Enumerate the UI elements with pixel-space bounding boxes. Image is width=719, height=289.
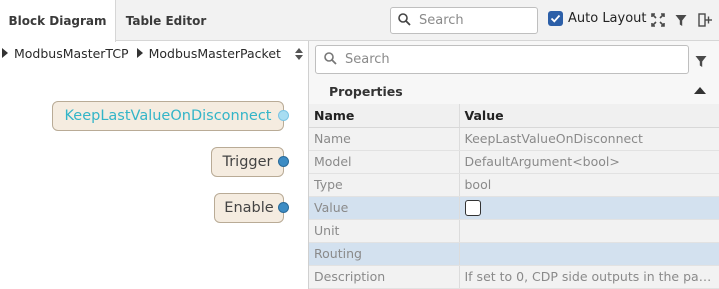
diagram-canvas[interactable]: KeepLastValueOnDisconnect Trigger Enable (0, 65, 308, 289)
auto-layout-toggle[interactable]: Auto Layout (548, 11, 647, 26)
search-icon (398, 11, 411, 30)
breadcrumb-item-modbus-master-tcp[interactable]: ModbusMasterTCP (14, 46, 129, 61)
properties-panel: Properties Name Value Name KeepLastValue… (308, 41, 719, 289)
app-root: Block Diagram Table Editor Auto Layout (0, 0, 719, 289)
search-input[interactable] (419, 13, 537, 28)
property-value[interactable] (459, 242, 719, 266)
properties-section-title: Properties (329, 83, 403, 99)
block-output-port[interactable] (278, 156, 289, 167)
top-toolbar: Block Diagram Table Editor Auto Layout (0, 0, 719, 42)
property-value[interactable] (459, 219, 719, 243)
filter-icon[interactable] (695, 53, 709, 67)
auto-layout-checkbox[interactable] (548, 11, 563, 26)
property-name: Value (309, 196, 460, 220)
properties-table: Name Value Name KeepLastValueOnDisconnec… (309, 104, 719, 289)
column-header-value[interactable]: Value (459, 104, 719, 128)
fit-view-icon[interactable] (650, 12, 666, 28)
block-enable[interactable]: Enable (214, 193, 284, 223)
block-label: Trigger (222, 154, 273, 170)
property-name: Model (309, 150, 460, 174)
table-row[interactable]: Model DefaultArgument<bool> (309, 150, 719, 174)
table-row[interactable]: Routing (309, 242, 719, 266)
table-header-row: Name Value (309, 104, 719, 128)
breadcrumb-arrow-icon (2, 48, 8, 58)
property-value (459, 196, 719, 220)
properties-section-header[interactable]: Properties (309, 79, 719, 103)
property-value: If set to 0, CDP side outputs in the pac… (459, 265, 719, 289)
tab-block-diagram[interactable]: Block Diagram (0, 0, 116, 42)
property-value: KeepLastValueOnDisconnect (459, 127, 719, 151)
block-label: Enable (224, 200, 274, 216)
table-row[interactable]: Value (309, 196, 719, 220)
tab-block-diagram-label: Block Diagram (8, 14, 107, 28)
search-icon (324, 50, 337, 69)
properties-search[interactable] (315, 45, 689, 74)
property-name: Name (309, 127, 460, 151)
property-value: DefaultArgument<bool> (459, 150, 719, 174)
property-name: Routing (309, 242, 460, 266)
block-trigger[interactable]: Trigger (211, 147, 284, 177)
auto-layout-label: Auto Layout (568, 11, 647, 26)
property-name: Unit (309, 219, 460, 243)
property-name: Description (309, 265, 460, 289)
block-label: KeepLastValueOnDisconnect (64, 108, 272, 124)
properties-search-input[interactable] (345, 52, 688, 67)
table-row[interactable]: Type bool (309, 173, 719, 197)
table-row[interactable]: Unit (309, 219, 719, 243)
block-keep-last-value[interactable]: KeepLastValueOnDisconnect (52, 101, 284, 131)
checkmark-icon (550, 14, 561, 23)
value-checkbox[interactable] (464, 199, 481, 216)
filter-icon[interactable] (673, 12, 689, 28)
block-output-port[interactable] (278, 110, 289, 121)
column-header-name[interactable]: Name (309, 104, 460, 128)
breadcrumb-arrow-icon (136, 48, 143, 58)
toolbar-search[interactable] (390, 7, 538, 34)
sort-updown-icon[interactable] (294, 46, 304, 60)
table-row[interactable]: Description If set to 0, CDP side output… (309, 265, 719, 289)
tab-table-editor-label: Table Editor (125, 13, 207, 28)
property-value: bool (459, 173, 719, 197)
property-name: Type (309, 173, 460, 197)
block-output-port[interactable] (278, 202, 289, 213)
breadcrumb: ModbusMasterTCP ModbusMasterPacket (0, 41, 308, 65)
breadcrumb-item-modbus-master-packet[interactable]: ModbusMasterPacket (149, 46, 281, 61)
tab-table-editor[interactable]: Table Editor (116, 0, 216, 41)
table-row[interactable]: Name KeepLastValueOnDisconnect (309, 127, 719, 151)
collapse-up-icon[interactable] (694, 87, 706, 94)
layout-options-icon[interactable] (697, 12, 713, 28)
